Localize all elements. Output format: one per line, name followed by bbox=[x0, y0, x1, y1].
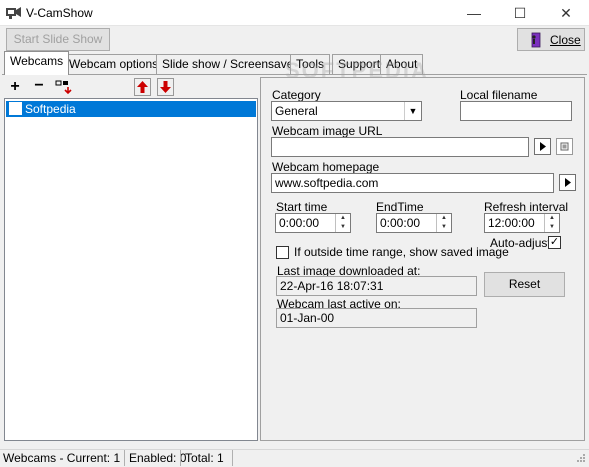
move-items-icon bbox=[55, 80, 72, 95]
minimize-icon: — bbox=[467, 5, 481, 21]
spin-up-icon: ▲ bbox=[441, 215, 447, 221]
spin-up-icon: ▲ bbox=[340, 215, 346, 221]
auto-adjust-checkbox[interactable]: ✓ bbox=[548, 236, 561, 249]
status-current: Webcams - Current: 1 bbox=[3, 451, 121, 465]
minimize-button[interactable]: — bbox=[451, 0, 497, 26]
local-filename-input[interactable] bbox=[460, 101, 572, 121]
last-active-value: 01-Jan-00 bbox=[276, 308, 477, 328]
door-exit-icon bbox=[531, 32, 541, 48]
list-item-checkbox[interactable] bbox=[9, 102, 22, 115]
webcam-list[interactable]: Softpedia bbox=[4, 98, 258, 441]
outside-range-checkbox[interactable] bbox=[276, 246, 289, 259]
homepage-input[interactable]: www.softpedia.com bbox=[271, 173, 554, 193]
start-time-spinner[interactable]: ▲ ▼ bbox=[335, 214, 350, 232]
start-slide-show-button[interactable]: Start Slide Show bbox=[6, 28, 110, 51]
spin-down-icon: ▼ bbox=[340, 224, 346, 230]
browse-url-button[interactable] bbox=[556, 138, 573, 155]
remove-webcam-button[interactable]: − bbox=[30, 78, 48, 96]
local-filename-label: Local filename bbox=[460, 88, 538, 102]
category-select[interactable]: General ▼ bbox=[271, 101, 422, 121]
status-total: Total: 1 bbox=[185, 451, 224, 465]
spin-up-icon: ▲ bbox=[549, 215, 555, 221]
arrow-up-icon bbox=[137, 81, 148, 93]
start-time-value: 0:00:00 bbox=[279, 216, 320, 230]
reset-button[interactable]: Reset bbox=[484, 272, 565, 297]
tab-slide-show-screensaver[interactable]: Slide show / Screensaver bbox=[156, 54, 304, 74]
end-time-label: EndTime bbox=[376, 200, 424, 214]
refresh-interval-input[interactable]: 12:00:00 ▲ ▼ bbox=[484, 213, 560, 233]
start-time-input[interactable]: 0:00:00 ▲ ▼ bbox=[275, 213, 351, 233]
open-homepage-button[interactable] bbox=[559, 174, 576, 191]
resize-grip-icon[interactable] bbox=[574, 453, 586, 465]
app-icon bbox=[6, 7, 21, 19]
play-icon bbox=[565, 178, 571, 187]
spin-down-icon: ▼ bbox=[441, 224, 447, 230]
close-window-button[interactable]: ✕ bbox=[543, 0, 589, 26]
list-item[interactable]: Softpedia bbox=[6, 101, 256, 117]
move-down-button[interactable] bbox=[157, 78, 174, 96]
window-title: V-CamShow bbox=[26, 6, 93, 20]
chevron-down-icon: ▼ bbox=[404, 102, 421, 120]
refresh-interval-value: 12:00:00 bbox=[488, 216, 535, 230]
tab-webcam-options[interactable]: Webcam options bbox=[63, 54, 165, 74]
close-button[interactable]: Close bbox=[517, 28, 585, 51]
minus-icon: − bbox=[34, 77, 44, 94]
status-divider bbox=[180, 450, 181, 466]
play-icon bbox=[540, 142, 546, 151]
status-divider bbox=[232, 450, 233, 466]
refresh-interval-label: Refresh interval bbox=[484, 200, 569, 214]
open-url-button[interactable] bbox=[534, 138, 551, 155]
category-label: Category bbox=[272, 88, 321, 102]
arrow-down-icon bbox=[160, 81, 171, 93]
spin-down-icon: ▼ bbox=[549, 224, 555, 230]
last-download-value: 22-Apr-16 18:07:31 bbox=[276, 276, 477, 296]
image-url-label: Webcam image URL bbox=[272, 124, 383, 138]
maximize-button[interactable]: ☐ bbox=[497, 0, 543, 26]
move-up-button[interactable] bbox=[134, 78, 151, 96]
end-time-spinner[interactable]: ▲ ▼ bbox=[436, 214, 451, 232]
image-url-input[interactable] bbox=[271, 137, 529, 157]
end-time-value: 0:00:00 bbox=[380, 216, 421, 230]
status-divider bbox=[124, 450, 125, 466]
move-webcam-button[interactable] bbox=[54, 78, 74, 96]
category-value: General bbox=[275, 104, 318, 118]
outside-range-label: If outside time range, show saved image bbox=[294, 245, 509, 259]
start-time-label: Start time bbox=[276, 200, 328, 214]
close-button-label: Close bbox=[550, 33, 581, 47]
list-item-label: Softpedia bbox=[25, 102, 76, 116]
tab-webcams[interactable]: Webcams bbox=[4, 51, 70, 75]
stop-icon bbox=[560, 142, 569, 151]
homepage-label: Webcam homepage bbox=[272, 160, 380, 174]
maximize-icon: ☐ bbox=[513, 5, 527, 21]
close-icon: ✕ bbox=[560, 5, 572, 21]
status-enabled: Enabled: 0 bbox=[129, 451, 187, 465]
refresh-interval-spinner[interactable]: ▲ ▼ bbox=[544, 214, 559, 232]
end-time-input[interactable]: 0:00:00 ▲ ▼ bbox=[376, 213, 452, 233]
add-webcam-button[interactable]: + bbox=[6, 78, 24, 96]
plus-icon: + bbox=[10, 78, 20, 95]
